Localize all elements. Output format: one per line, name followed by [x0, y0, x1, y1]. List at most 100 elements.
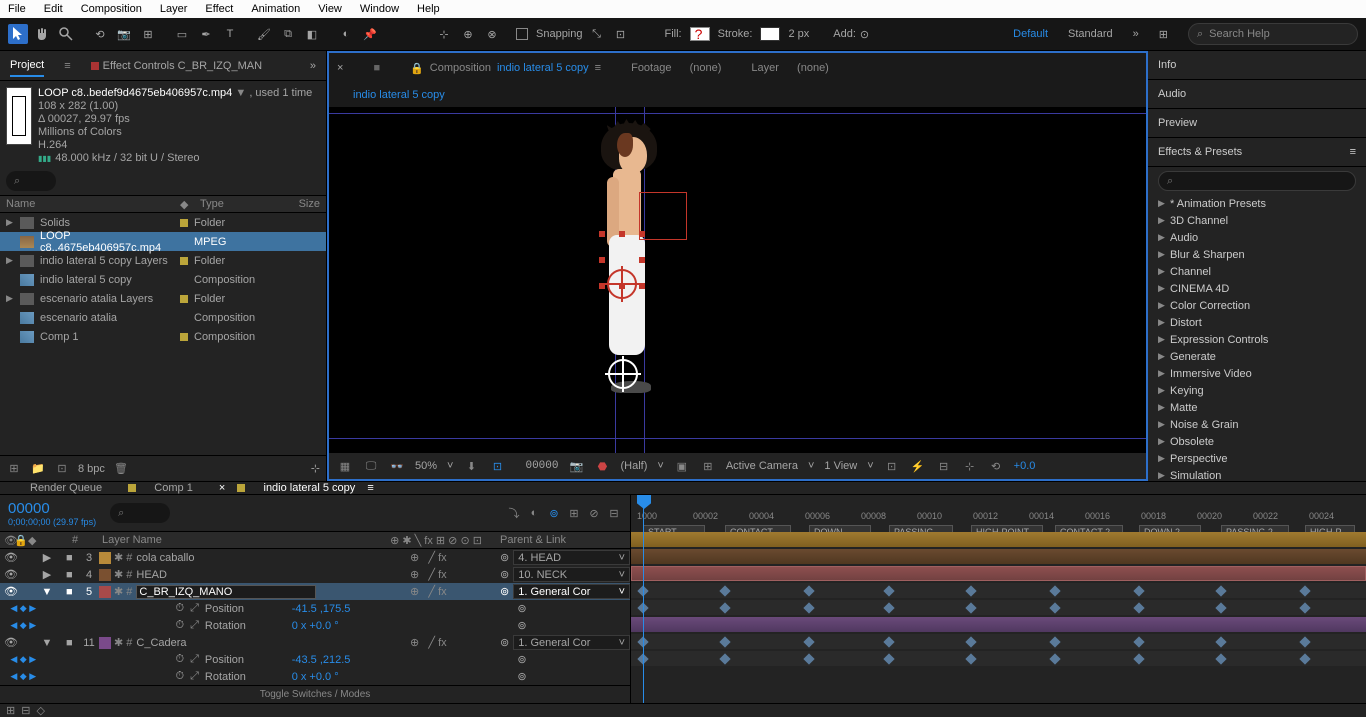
- stroke-swatch[interactable]: [760, 27, 780, 41]
- pickwhip-icon[interactable]: ⊚: [500, 568, 509, 581]
- viewer-tab-layer[interactable]: Layer (none): [751, 62, 828, 74]
- menu-edit[interactable]: Edit: [44, 3, 63, 15]
- menu-help[interactable]: Help: [417, 3, 440, 15]
- active-camera[interactable]: Active Camera: [726, 460, 798, 472]
- collapse-icon[interactable]: ⊟: [21, 704, 30, 717]
- timeline-search-input[interactable]: [110, 503, 170, 523]
- rect-tool-icon[interactable]: ▭: [172, 24, 192, 44]
- preset-category[interactable]: ▶Channel: [1148, 263, 1366, 280]
- shy-icon[interactable]: ⤵: [506, 505, 522, 521]
- layer-property-row[interactable]: ◀ ◆ ▶ ⏱ ⤢ Position -41.5 ,175.5 ⊚: [0, 600, 630, 617]
- col-name[interactable]: Name: [6, 198, 180, 210]
- preset-category[interactable]: ▶Generate: [1148, 348, 1366, 365]
- workspace-standard[interactable]: Standard: [1068, 28, 1113, 40]
- world-axis-icon[interactable]: ⊕: [458, 24, 478, 44]
- grid-icon[interactable]: ▦: [337, 458, 353, 474]
- pickwhip-icon[interactable]: ⊚: [500, 551, 509, 564]
- preset-category[interactable]: ▶* Animation Presets: [1148, 195, 1366, 212]
- stopwatch-icon[interactable]: ⏱: [175, 670, 184, 683]
- snap-bounds-icon[interactable]: ⊡: [611, 24, 631, 44]
- hand-tool-icon[interactable]: [32, 24, 52, 44]
- close-tab-icon[interactable]: ×: [337, 62, 343, 74]
- bpc-label[interactable]: 8 bpc: [78, 463, 105, 475]
- flowchart-icon[interactable]: ⊹: [311, 462, 320, 475]
- new-folder-icon[interactable]: 📁: [30, 461, 46, 477]
- parent-dropdown[interactable]: 1. General Cor˅: [513, 584, 630, 599]
- search-help-input[interactable]: ⌕ Search Help: [1188, 23, 1358, 45]
- snapping-checkbox[interactable]: [516, 28, 528, 40]
- selection-tool-icon[interactable]: [8, 24, 28, 44]
- fill-swatch[interactable]: ?: [690, 27, 710, 41]
- stroke-width[interactable]: 2 px: [788, 28, 809, 40]
- project-tab[interactable]: Project: [10, 55, 44, 77]
- viewer-tab-footage[interactable]: Footage (none): [631, 62, 721, 74]
- current-frame[interactable]: 00000: [525, 460, 558, 472]
- reset-exposure-icon[interactable]: ⟲: [988, 458, 1004, 474]
- project-search-input[interactable]: [6, 171, 56, 191]
- preset-category[interactable]: ▶Keying: [1148, 382, 1366, 399]
- parent-dropdown[interactable]: 4. HEAD˅: [513, 550, 630, 565]
- effects-presets-title[interactable]: Effects & Presets≡: [1148, 138, 1366, 167]
- grid-guides-icon[interactable]: ⊞: [700, 458, 716, 474]
- preset-category[interactable]: ▶Blur & Sharpen: [1148, 246, 1366, 263]
- toggle-transparency-icon[interactable]: 🖵: [363, 458, 379, 474]
- orbit-tool-icon[interactable]: ⟲: [90, 24, 110, 44]
- add-mode-icon[interactable]: ⊙: [860, 28, 869, 41]
- preset-category[interactable]: ▶Distort: [1148, 314, 1366, 331]
- menu-animation[interactable]: Animation: [251, 3, 300, 15]
- expand-icon[interactable]: ⊞: [6, 704, 15, 717]
- camera-tool-icon[interactable]: 📷: [114, 24, 134, 44]
- preset-category[interactable]: ▶3D Channel: [1148, 212, 1366, 229]
- clone-tool-icon[interactable]: ⧉: [278, 24, 298, 44]
- dash-icon[interactable]: ⊟: [606, 505, 622, 521]
- preset-category[interactable]: ▶Color Correction: [1148, 297, 1366, 314]
- local-axis-icon[interactable]: ⊹: [434, 24, 454, 44]
- toggle-switches-button[interactable]: Toggle Switches / Modes: [0, 685, 630, 703]
- brush-tool-icon[interactable]: 🖌: [254, 24, 274, 44]
- draft3d-icon[interactable]: ⊘: [586, 505, 602, 521]
- selection-box[interactable]: [639, 192, 687, 240]
- preset-category[interactable]: ▶Perspective: [1148, 450, 1366, 467]
- stopwatch-icon[interactable]: ⏱: [175, 619, 184, 632]
- preset-category[interactable]: ▶Immersive Video: [1148, 365, 1366, 382]
- layer-property-row[interactable]: ◀ ◆ ▶ ⏱ ⤢ Rotation 0 x +0.0 ° ⊚: [0, 668, 630, 685]
- menu-view[interactable]: View: [318, 3, 342, 15]
- workspace-default[interactable]: Default: [1013, 28, 1048, 40]
- project-item[interactable]: ▶ indio lateral 5 copy Layers Folder: [0, 251, 326, 270]
- pickwhip-icon[interactable]: ⊚: [513, 670, 630, 683]
- menu-composition[interactable]: Composition: [81, 3, 142, 15]
- pickwhip-icon[interactable]: ⊚: [513, 619, 630, 632]
- resolution[interactable]: (Half): [620, 460, 647, 472]
- col-type[interactable]: Type: [200, 198, 290, 210]
- frame-blend-icon[interactable]: ◐: [526, 505, 542, 521]
- roi-icon[interactable]: ▣: [674, 458, 690, 474]
- pickwhip-icon[interactable]: ⊚: [513, 653, 630, 666]
- project-item[interactable]: Comp 1 Composition: [0, 327, 326, 346]
- composition-canvas[interactable]: [329, 107, 1146, 453]
- flowchart-icon[interactable]: ⊹: [962, 458, 978, 474]
- audio-panel-title[interactable]: Audio: [1148, 80, 1366, 109]
- preset-category[interactable]: ▶Expression Controls: [1148, 331, 1366, 348]
- project-item[interactable]: escenario atalia Composition: [0, 308, 326, 327]
- zoom-tool-icon[interactable]: [56, 24, 76, 44]
- pan-behind-tool-icon[interactable]: ⊞: [138, 24, 158, 44]
- pixel-aspect-icon[interactable]: ⊡: [884, 458, 900, 474]
- keys-icon[interactable]: ◇: [36, 704, 44, 717]
- parent-dropdown[interactable]: 10. NECK˅: [513, 567, 630, 582]
- region-icon[interactable]: ⊡: [489, 458, 505, 474]
- project-item[interactable]: ▶ escenario atalia Layers Folder: [0, 289, 326, 308]
- snap-opts-icon[interactable]: ⤡: [587, 24, 607, 44]
- timecode-frame[interactable]: 00000: [8, 500, 96, 517]
- effect-controls-tab[interactable]: Effect Controls C_BR_IZQ_MAN: [91, 56, 262, 76]
- view-axis-icon[interactable]: ⊗: [482, 24, 502, 44]
- menu-layer[interactable]: Layer: [160, 3, 188, 15]
- exposure-value[interactable]: +0.0: [1014, 460, 1036, 472]
- preset-category[interactable]: ▶Noise & Grain: [1148, 416, 1366, 433]
- project-item[interactable]: indio lateral 5 copy Composition: [0, 270, 326, 289]
- info-panel-title[interactable]: Info: [1148, 51, 1366, 80]
- pickwhip-icon[interactable]: ⊚: [513, 602, 630, 615]
- effects-search-input[interactable]: [1158, 171, 1356, 191]
- pen-tool-icon[interactable]: ✒: [196, 24, 216, 44]
- zoom-level[interactable]: 50%: [415, 460, 437, 472]
- channel-icon[interactable]: ⬣: [594, 458, 610, 474]
